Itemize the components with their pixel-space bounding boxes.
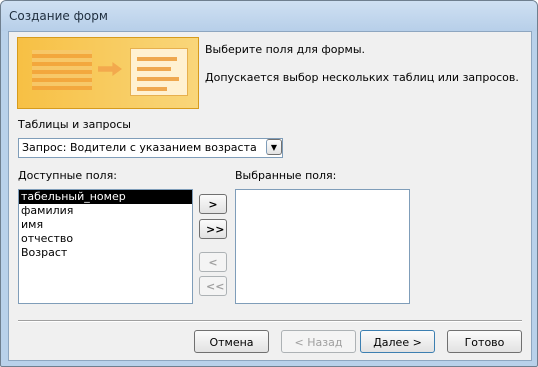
list-item[interactable]: отчество bbox=[19, 232, 192, 246]
list-item[interactable]: табельный_номер bbox=[19, 190, 192, 204]
tables-label: Таблицы и запросы bbox=[18, 118, 131, 131]
divider bbox=[18, 320, 522, 322]
next-button[interactable]: Далее > bbox=[360, 330, 435, 353]
tables-combobox[interactable]: Запрос: Водители с указанием возраста ▼ bbox=[18, 138, 283, 158]
wizard-illustration bbox=[17, 37, 199, 109]
instruction-text: Выберите поля для формы. bbox=[205, 43, 365, 56]
finish-button[interactable]: Готово bbox=[447, 330, 522, 353]
list-item[interactable]: Возраст bbox=[19, 246, 192, 260]
window-title: Создание форм bbox=[9, 9, 108, 23]
add-all-fields-button[interactable]: >> bbox=[199, 219, 227, 239]
cancel-button[interactable]: Отмена bbox=[194, 330, 269, 353]
selected-fields-label: Выбранные поля: bbox=[235, 169, 337, 182]
tables-combobox-value: Запрос: Водители с указанием возраста bbox=[22, 141, 257, 154]
list-item[interactable]: фамилия bbox=[19, 204, 192, 218]
dialog-client: Выберите поля для формы. Допускается выб… bbox=[8, 31, 532, 361]
back-button[interactable]: < Назад bbox=[281, 330, 356, 353]
list-item[interactable]: имя bbox=[19, 218, 192, 232]
dialog-window: Создание форм Выберите поля для формы. Д… bbox=[0, 0, 538, 367]
arrow-icon bbox=[98, 62, 122, 76]
remove-all-fields-button[interactable]: << bbox=[199, 276, 227, 296]
form-graphic bbox=[130, 48, 188, 96]
available-fields-list[interactable]: табельный_номер фамилия имя отчество Воз… bbox=[18, 189, 193, 304]
remove-field-button[interactable]: < bbox=[199, 252, 227, 272]
source-table-graphic bbox=[32, 50, 92, 90]
title-bar[interactable]: Создание форм bbox=[1, 1, 537, 31]
add-field-button[interactable]: > bbox=[199, 194, 227, 214]
chevron-down-icon[interactable]: ▼ bbox=[266, 139, 282, 155]
selected-fields-list[interactable] bbox=[235, 189, 410, 304]
hint-text: Допускается выбор нескольких таблиц или … bbox=[205, 71, 519, 84]
available-fields-label: Доступные поля: bbox=[18, 169, 117, 182]
